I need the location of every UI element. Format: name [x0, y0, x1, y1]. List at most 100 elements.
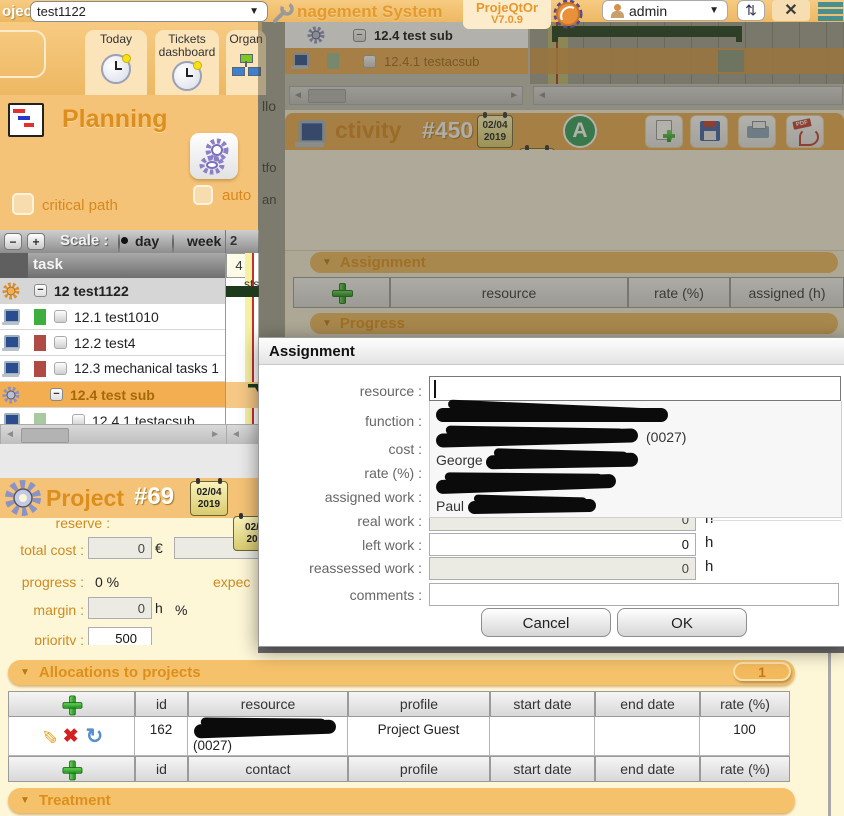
rounded-outline-button[interactable]: [0, 30, 46, 78]
suggestion-name: Paul: [436, 498, 464, 514]
project-header: Project #69 02/042019 02/20: [0, 478, 258, 518]
col-id: id: [135, 691, 188, 717]
tab-tickets-dashboard[interactable]: Tickets dashboard: [155, 30, 219, 95]
cancel-button[interactable]: Cancel: [481, 608, 611, 637]
task-row-selected[interactable]: − 12.4 test sub: [0, 382, 225, 408]
expected-fragment: expec: [213, 574, 250, 590]
suggestion-item[interactable]: [430, 404, 841, 427]
auto-checkbox[interactable]: [193, 185, 213, 205]
task-list-hscroll[interactable]: ◄ ►: [0, 424, 227, 446]
tab-today[interactable]: Today: [85, 30, 147, 95]
gantt-label-fragment: sts: [244, 277, 259, 291]
critical-path-checkbox[interactable]: [12, 193, 34, 215]
scale-week-label: week: [187, 233, 221, 249]
zoom-in-button[interactable]: +: [27, 233, 45, 250]
assignment-dialog: Assignment resource : function : cost : …: [258, 337, 844, 647]
allocations-table: id resource profile start date end date …: [8, 691, 790, 782]
project-selector[interactable]: test1122 ▼: [30, 1, 268, 22]
add-allocation-cell[interactable]: [8, 691, 135, 717]
planning-task-table: task − 12 test1122 12.1 test1010 12.2 te…: [0, 253, 225, 445]
start-date-calendar[interactable]: 02/042019: [190, 481, 228, 516]
col-rate: rate (%): [700, 691, 790, 717]
expand-button[interactable]: ✕: [772, 0, 810, 21]
edit-icon[interactable]: ✎: [38, 728, 57, 744]
margin-input: 0: [88, 597, 152, 619]
menu-bar: [818, 9, 843, 14]
cell-end-date: [595, 717, 700, 756]
task-checkbox[interactable]: [54, 310, 67, 323]
gears-icon: [190, 133, 238, 179]
gantt-strip-hscroll[interactable]: ◄: [226, 424, 260, 446]
critical-path-label: critical path: [42, 197, 118, 214]
treatment-section-bar[interactable]: ▼ Treatment: [8, 788, 795, 813]
resource-label: resource :: [259, 383, 422, 399]
expand-x-icon: ✕: [784, 2, 797, 19]
menu-toggle[interactable]: [816, 0, 844, 22]
menu-bar: [818, 2, 843, 7]
allocations-section-bar[interactable]: ▼ Allocations to projects 1: [8, 660, 795, 685]
sort-columns-button[interactable]: ⇅: [737, 0, 765, 21]
comments-input[interactable]: [429, 583, 839, 606]
scale-week-radio[interactable]: [172, 234, 174, 253]
real-work-label: real work :: [259, 513, 422, 529]
margin-unit: h: [155, 600, 163, 616]
task-checkbox[interactable]: [54, 362, 67, 375]
app-title: nagement System: [297, 2, 443, 22]
dialog-title-bar[interactable]: Assignment: [259, 338, 844, 365]
task-checkbox[interactable]: [54, 336, 67, 349]
top-bar: oject : test1122 ▼ nagement System Proje…: [0, 0, 844, 22]
suggestion-item[interactable]: [430, 473, 841, 496]
user-menu[interactable]: admin ▼: [602, 0, 728, 21]
planning-gantt-strip: 4 sts: [225, 253, 259, 445]
task-row[interactable]: 12.3 mechanical tasks 1: [0, 356, 225, 382]
resource-code: (0027): [193, 738, 232, 753]
section-title: Treatment: [39, 792, 111, 809]
ok-button[interactable]: OK: [617, 608, 747, 637]
replan-button[interactable]: [190, 133, 238, 179]
left-arrow[interactable]: ◄: [5, 426, 15, 444]
suggestion-item[interactable]: (0027): [430, 427, 841, 450]
total-cost-input: 0: [88, 537, 152, 559]
task-row-project[interactable]: − 12 test1122: [0, 278, 225, 304]
currency-unit: €: [155, 540, 163, 556]
col-id: id: [135, 756, 188, 782]
add-icon[interactable]: [62, 760, 80, 778]
computer-icon: [2, 335, 20, 351]
col-end-date: end date: [595, 691, 700, 717]
scale-day-radio[interactable]: [118, 234, 120, 253]
menu-bar: [818, 16, 843, 21]
left-arrow[interactable]: ◄: [231, 426, 241, 444]
suggestion-item[interactable]: George: [430, 450, 841, 473]
task-color-chip: [34, 361, 46, 377]
right-arrow[interactable]: ►: [210, 426, 220, 444]
col-end-date: end date: [595, 756, 700, 782]
resource-input[interactable]: [429, 376, 841, 401]
reassessed-work-input: 0: [429, 557, 696, 580]
collapse-box[interactable]: −: [34, 284, 47, 297]
task-label: 12 test1122: [54, 283, 129, 299]
wrench-icon[interactable]: [270, 1, 294, 25]
scale-label: Scale :: [60, 232, 108, 249]
delete-icon[interactable]: ✖: [63, 727, 79, 746]
allocation-row[interactable]: ✎ ✖ ↻ 162 (0027) Project Guest 100: [8, 717, 790, 756]
task-column-header[interactable]: task: [0, 253, 225, 278]
collapse-box[interactable]: −: [50, 388, 63, 401]
total-cost-label: total cost :: [0, 542, 84, 558]
col-resource: resource: [188, 691, 348, 717]
add-contact-cell[interactable]: [8, 756, 135, 782]
left-work-input[interactable]: 0: [429, 533, 696, 556]
collapse-icon: ▼: [20, 795, 30, 806]
planning-panel-header: Planning auto critical path: [0, 95, 258, 230]
tab-label: dashboard: [155, 46, 219, 59]
suggestion-code: (0027): [646, 429, 686, 445]
add-icon[interactable]: [62, 695, 80, 713]
redacted-resource-name: [194, 720, 336, 739]
suggestion-item[interactable]: Paul: [430, 496, 841, 519]
col-start-date: start date: [490, 756, 595, 782]
refresh-icon[interactable]: ↻: [86, 727, 104, 746]
dialog-title: Assignment: [269, 343, 355, 360]
resource-suggestions-dropdown: (0027) George Paul: [429, 401, 842, 518]
zoom-out-button[interactable]: −: [4, 233, 22, 250]
task-row[interactable]: 12.1 test1010: [0, 304, 225, 330]
task-row[interactable]: 12.2 test4: [0, 330, 225, 356]
